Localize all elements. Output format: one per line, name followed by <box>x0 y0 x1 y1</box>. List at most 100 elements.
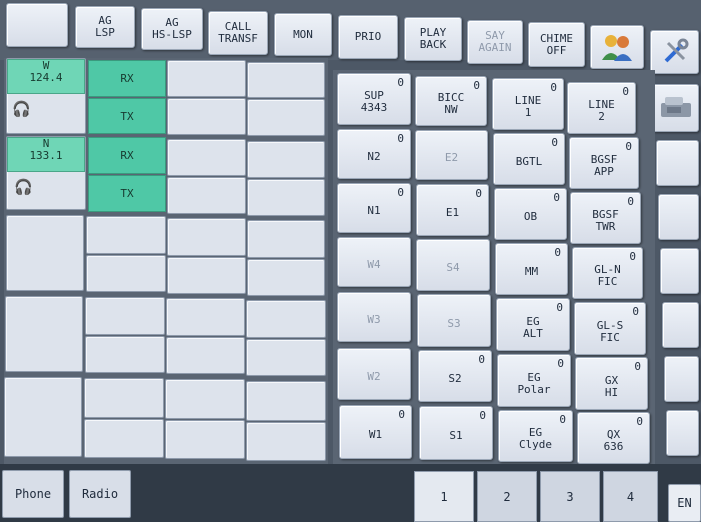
radio-slot[interactable] <box>167 257 246 294</box>
radio-slot[interactable] <box>247 141 325 178</box>
line-key[interactable]: 0 E1 <box>416 184 489 236</box>
call-count: 0 <box>557 357 564 370</box>
line-key[interactable]: 0 N1 <box>337 183 411 233</box>
page-tab-3[interactable]: 3 <box>540 471 600 522</box>
line-key[interactable]: 0 N2 <box>337 129 411 179</box>
line-key[interactable]: S3 <box>417 294 491 347</box>
radio-slot[interactable] <box>84 378 164 418</box>
line-key[interactable]: 0 LINE 1 <box>492 78 564 130</box>
call-count: 0 <box>553 191 560 204</box>
radio-slot[interactable] <box>247 62 325 98</box>
radio-slot[interactable] <box>167 218 246 256</box>
line-key-label: W4 <box>367 258 381 271</box>
line-key[interactable]: 0 BGSF APP <box>569 137 639 189</box>
tx-toggle-n[interactable]: TX <box>88 175 166 212</box>
ag-lsp-button[interactable]: AG LSP <box>75 6 135 48</box>
line-key[interactable]: 0 LINE 2 <box>567 82 636 134</box>
radio-freq-w[interactable]: W 124.4 <box>7 59 85 94</box>
radio-slot[interactable] <box>167 139 246 176</box>
line-key-label: S2 <box>448 372 462 385</box>
priority-button[interactable]: PRIO <box>338 15 398 59</box>
side-button-6[interactable] <box>664 356 699 402</box>
line-key[interactable]: W2 <box>337 348 411 400</box>
radio-slot[interactable] <box>166 337 245 374</box>
line-key[interactable]: 0 SUP 4343 <box>337 73 411 125</box>
tx-toggle-w[interactable]: TX <box>88 98 166 134</box>
line-key[interactable]: 0 BGSF TWR <box>570 192 641 244</box>
line-key[interactable]: 0 W1 <box>339 405 412 459</box>
radio-slot[interactable] <box>165 379 245 419</box>
rx-toggle-w[interactable]: RX <box>88 60 166 97</box>
radio-slot[interactable] <box>165 420 245 459</box>
side-button-5[interactable] <box>662 302 699 348</box>
radio-slot[interactable] <box>85 336 165 373</box>
radio-slot[interactable] <box>167 60 246 97</box>
line-key[interactable]: E2 <box>415 130 488 180</box>
line-key[interactable]: 0 GL-S FIC <box>574 302 646 355</box>
side-button-2[interactable] <box>656 140 699 186</box>
side-button-7[interactable] <box>666 410 699 456</box>
line-key-label: SUP 4343 <box>360 89 388 114</box>
line-key[interactable]: W4 <box>337 237 411 287</box>
users-button[interactable] <box>590 25 644 69</box>
radio-slot[interactable] <box>84 419 164 458</box>
line-key[interactable]: 0 S2 <box>418 350 492 402</box>
radio-slot[interactable] <box>85 297 165 335</box>
phone-device-button[interactable] <box>652 84 699 132</box>
line-key[interactable]: 0 MM <box>495 243 568 295</box>
radio-slot[interactable] <box>246 381 326 421</box>
radio-position-empty[interactable] <box>6 215 84 291</box>
line-key[interactable]: 0 BGTL <box>493 133 565 185</box>
radio-position-empty[interactable] <box>5 296 83 372</box>
line-key[interactable]: 0 OB <box>494 188 567 240</box>
radio-slot[interactable] <box>246 339 326 376</box>
radio-slot[interactable] <box>246 422 326 461</box>
line-key[interactable]: 0 S1 <box>419 406 493 460</box>
page-tab-4[interactable]: 4 <box>603 471 658 522</box>
call-count: 0 <box>556 301 563 314</box>
radio-position-empty[interactable] <box>4 377 82 457</box>
call-count: 0 <box>622 85 629 98</box>
line-key[interactable]: 0 GL-N FIC <box>572 247 643 299</box>
line-key[interactable]: 0 GX HI <box>575 357 648 410</box>
call-count: 0 <box>473 79 480 92</box>
page-tab-2[interactable]: 2 <box>477 471 537 522</box>
line-key[interactable]: 0 QX 636 <box>577 412 650 464</box>
side-button-4[interactable] <box>660 248 699 294</box>
line-key-label: N2 <box>367 150 381 163</box>
monitor-button[interactable]: MON <box>274 13 332 56</box>
tools-button[interactable] <box>650 30 699 74</box>
blank-toolbar-button[interactable] <box>6 3 68 47</box>
radio-slot[interactable] <box>247 259 325 296</box>
page-tab-1[interactable]: 1 <box>414 471 474 522</box>
line-key[interactable]: W3 <box>337 292 411 342</box>
language-button[interactable]: EN <box>668 484 701 522</box>
radio-slot[interactable] <box>86 216 166 254</box>
radio-slot[interactable] <box>247 220 325 258</box>
radio-freq-n[interactable]: N 133.1 <box>7 137 85 172</box>
radio-slot[interactable] <box>167 98 246 135</box>
rx-toggle-n[interactable]: RX <box>88 137 166 174</box>
call-count: 0 <box>478 353 485 366</box>
play-back-button[interactable]: PLAY BACK <box>404 17 462 61</box>
say-again-button[interactable]: SAY AGAIN <box>467 20 523 64</box>
radio-slot[interactable] <box>167 177 246 214</box>
side-button-3[interactable] <box>658 194 699 240</box>
radio-slot[interactable] <box>247 179 325 216</box>
radio-slot[interactable] <box>246 300 326 338</box>
line-key-label: E2 <box>444 151 459 164</box>
radio-slot[interactable] <box>166 298 245 336</box>
line-key[interactable]: S4 <box>416 239 490 291</box>
line-key[interactable]: 0 EG Clyde <box>498 410 573 462</box>
radio-slot[interactable] <box>247 99 325 136</box>
radio-slot[interactable] <box>86 255 166 292</box>
chime-off-button[interactable]: CHIME OFF <box>528 22 585 67</box>
phone-tab[interactable]: Phone <box>2 470 64 518</box>
line-key[interactable]: 0 EG Polar <box>497 354 571 407</box>
call-transfer-button[interactable]: CALL TRANSF <box>208 11 268 55</box>
line-key[interactable]: 0 BICC NW <box>415 76 487 126</box>
radio-tab[interactable]: Radio <box>69 470 131 518</box>
ag-hs-lsp-button[interactable]: AG HS-LSP <box>141 8 203 50</box>
line-key[interactable]: 0 EG ALT <box>496 298 570 351</box>
call-count: 0 <box>627 195 634 208</box>
